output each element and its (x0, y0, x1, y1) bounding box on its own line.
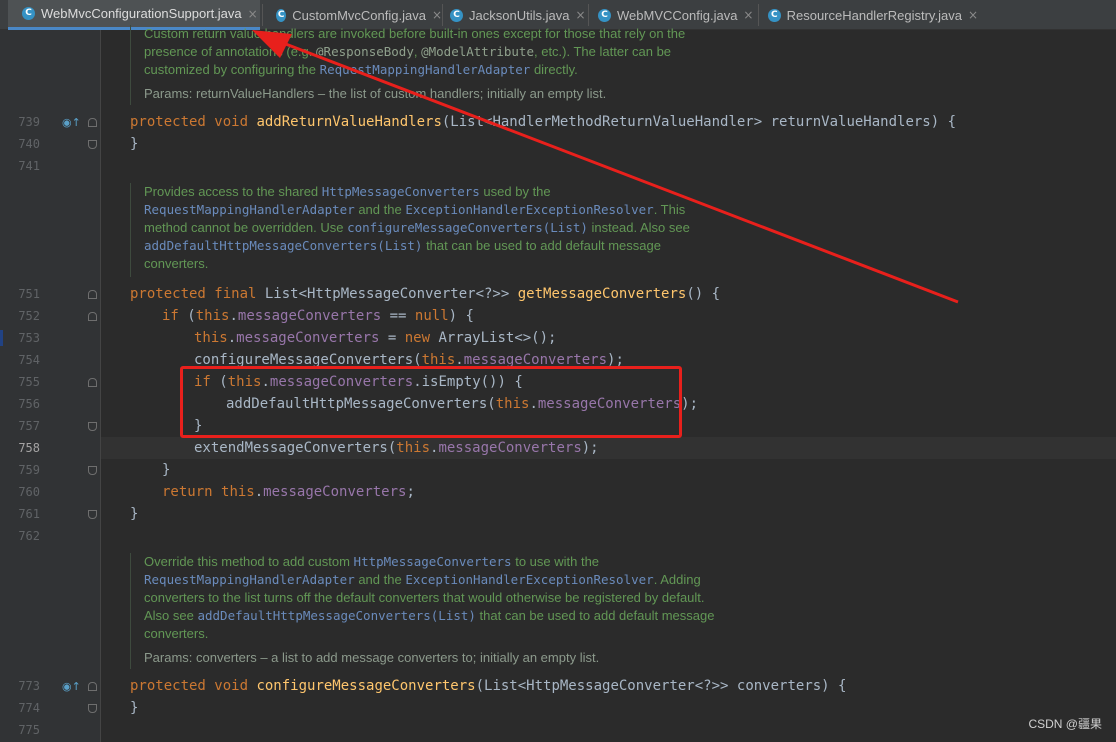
watermark: CSDN @疆果 (1028, 717, 1102, 731)
arrow-head (252, 30, 292, 58)
arrow-shaft (269, 36, 959, 304)
annotation-arrow (252, 30, 959, 304)
